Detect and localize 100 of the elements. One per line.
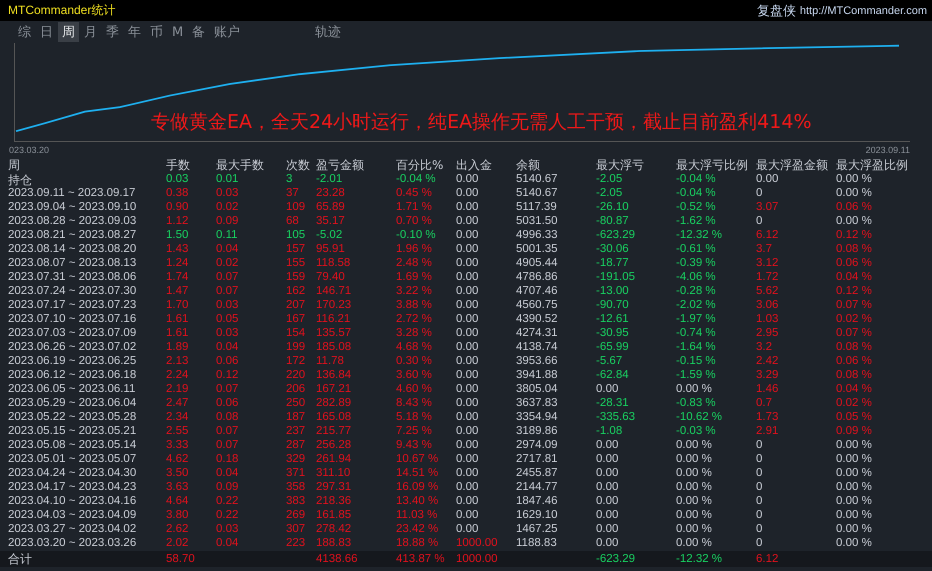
table-cell-text: 2.19 [166,382,190,396]
table-cell-text: 358 [286,480,306,494]
table-cell-text: 2.91 [756,424,780,438]
tab[interactable]: 备 [188,22,210,42]
table-cell-text: 146.71 [316,284,352,298]
table-cell-text: 1.72 [756,270,780,284]
table-cell-text: 0.07 [216,382,240,396]
table-cell-text: 13.40 % [396,494,440,508]
table-cell-text: 0.02 [216,256,240,270]
table-cell-text: 1.12 [166,214,190,228]
tab[interactable]: 综 [14,22,35,42]
table-cell-text: 0.00 % [836,452,873,466]
table-cell-text: 0.00 [456,228,480,242]
table-cell-text: 0.00 [456,466,480,480]
period-cell-text: 2023.04.17 ~ 2023.04.23 [8,480,138,494]
table-cell-text: 0.06 % [836,200,873,214]
table-cell-text: -80.87 [596,214,630,228]
table-cell-text: 3 [286,172,294,187]
table-cell-text: 0.22 [216,508,240,522]
table-cell-text: 3.22 % [396,284,433,298]
table-cell-text: -30.95 [596,326,630,340]
website-link[interactable]: http://MTCommander.com [800,4,927,16]
column-header: 最大浮盈金额 [756,157,829,174]
tab[interactable]: 账户 [210,22,244,42]
table-cell-text: 0.05 % [836,410,873,424]
table-cell-text: 0.00 [456,256,480,270]
table-cell-text: 0.00 [456,480,480,494]
table-cell-text: -0.61 % [676,242,717,256]
table-cell-text: 269 [286,508,306,522]
table-cell-text: -0.39 % [676,256,717,270]
period-cell-text: 2023.09.04 ~ 2023.09.10 [8,200,138,214]
period-cell-text: 2023.07.31 ~ 2023.08.06 [8,270,138,284]
tab[interactable]: 日 [36,22,57,42]
table-cell-text: 0.22 [216,494,240,508]
table-cell-text: 4707.46 [516,284,559,298]
table-cell-text: 0.30 % [396,354,433,368]
table-cell-text: 0.04 [216,340,240,354]
table-cell-text: 0.00 % [676,494,713,508]
table-cell-text: 0.06 [216,396,240,410]
table-cell-text: 0.00 [596,522,620,536]
table-cell-text: 413.87 % [396,552,446,567]
table-cell-text: 5140.67 [516,186,559,200]
table-cell-text: 1.89 [166,340,190,354]
table-cell-text: 3.88 % [396,298,433,312]
table-cell-text: 4786.86 [516,270,559,284]
table-cell-text: 0.08 [216,410,240,424]
table-cell-text: 0.00 [456,522,480,536]
table-cell-text: 10.67 % [396,452,440,466]
table-cell-text: 6.12 [756,228,780,242]
table-cell-text: -12.32 % [676,228,724,242]
table-cell-text: 0.00 % [676,382,713,396]
table-cell-text: -26.10 [596,200,630,214]
table-cell-text: 0.00 % [836,480,873,494]
table-cell-text: 278.42 [316,522,352,536]
table-cell-text: 223 [286,536,306,550]
table-cell-text: 0.00 % [836,186,873,200]
period-cell-text: 2023.08.21 ~ 2023.08.27 [8,228,138,242]
table-cell-text: 1.50 [166,228,190,242]
table-cell-text: 0.00 % [836,466,873,480]
table-cell-text: 109 [286,200,306,214]
table-cell-text: 311.10 [316,466,352,480]
table-cell-text: 0.07 [216,438,240,452]
table-cell-text: 0.02 [216,200,240,214]
tab[interactable]: 年 [124,22,145,42]
promo-banner-text: 专做黄金EA，全天24小时运行，纯EA操作无需人工干预，截止目前盈利414% [151,110,812,135]
tab[interactable]: 月 [80,22,101,42]
table-cell-text: 3.7 [756,242,773,256]
table-cell-text: 2.24 [166,368,190,382]
table-cell-text: 167.21 [316,382,352,396]
table-cell-text: -10.62 % [676,410,724,424]
table-cell-text: 170.23 [316,298,352,312]
table-cell-text: 218.36 [316,494,352,508]
tab[interactable]: 轨迹 [311,22,346,42]
table-cell-text: 5001.35 [516,242,559,256]
table-cell-text: 3637.83 [516,396,559,410]
table-cell-text: 0.00 % [676,522,713,536]
table-cell-text: 9.43 % [396,438,433,452]
table-cell-text: 187 [286,410,306,424]
table-cell-text: 35.17 [316,214,346,228]
table-cell-text: 0.03 [166,172,190,187]
table-cell-text: 0.04 [216,536,240,550]
table-cell-text: 0.70 % [396,214,433,228]
tab[interactable]: M [168,24,188,40]
tab[interactable]: 币 [146,22,167,42]
table-cell-text: 4138.74 [516,340,559,354]
table-cell-text: 4.64 [166,494,190,508]
table-cell-text: -5.67 [596,354,624,368]
table-cell-text: 206 [286,382,306,396]
table-cell-text: 0.12 % [836,228,873,242]
table-cell-text: -90.70 [596,298,630,312]
table-cell-text: 162 [286,284,306,298]
tab[interactable]: 周 [58,22,79,42]
tab[interactable]: 季 [102,22,123,42]
table-cell-text: -1.64 % [676,340,717,354]
table-cell-text: 0.03 [216,298,240,312]
period-cell-text: 2023.09.11 ~ 2023.09.17 [8,186,136,200]
table-cell-text: 0.7 [756,396,773,410]
period-cell-text: 2023.05.22 ~ 2023.05.28 [8,410,138,424]
table-cell-text: -0.83 % [676,396,717,410]
table-cell-text: 0.11 [216,228,239,242]
